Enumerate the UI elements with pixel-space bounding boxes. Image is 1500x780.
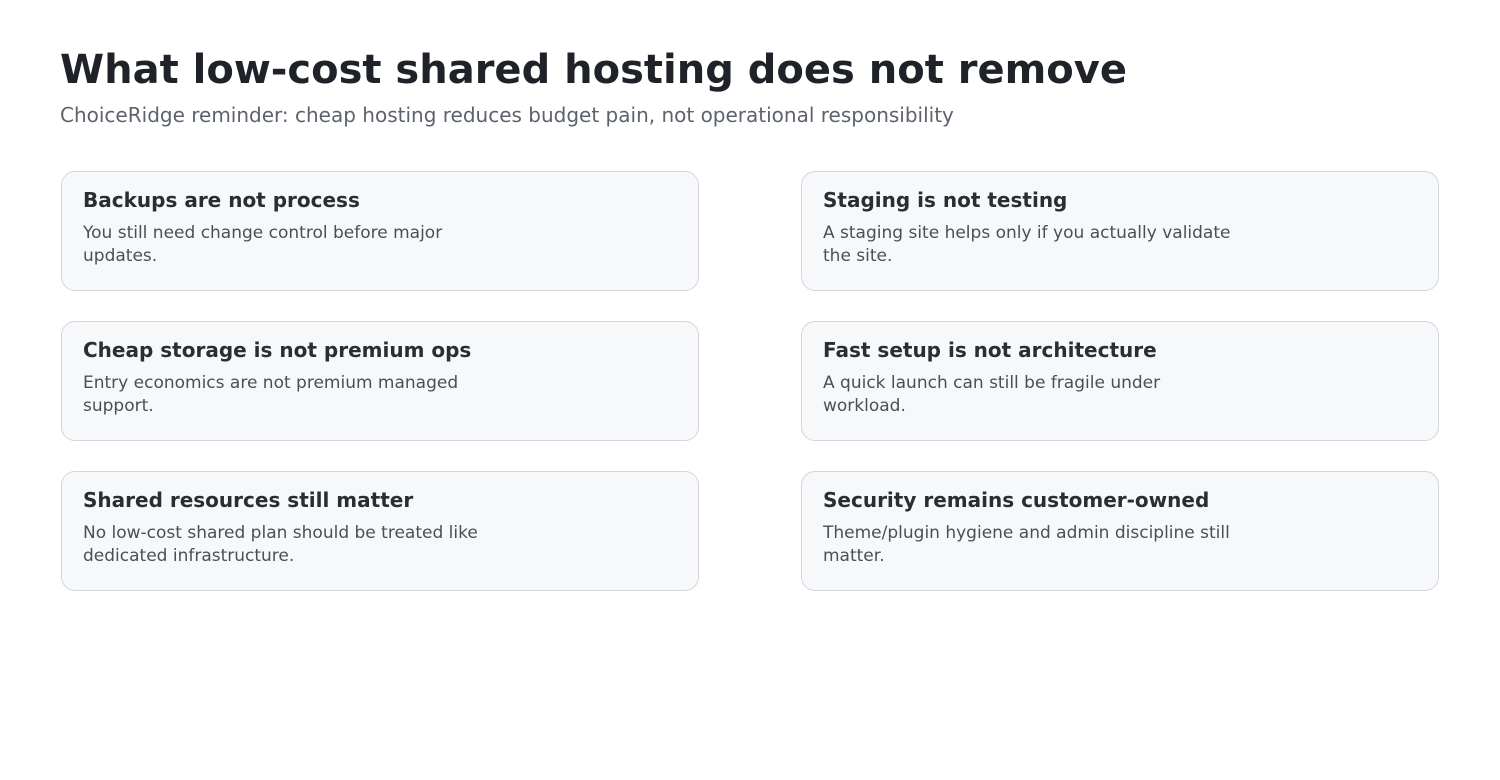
- card-fast-setup: Fast setup is not architecture A quick l…: [801, 321, 1439, 441]
- card-title: Security remains customer-owned: [823, 488, 1210, 512]
- card-staging: Staging is not testing A staging site he…: [801, 171, 1439, 291]
- card-body: A quick launch can still be fragile unde…: [823, 373, 1161, 416]
- card-backups: Backups are not process You still need c…: [61, 171, 699, 291]
- card-body: No low-cost shared plan should be treate…: [83, 523, 478, 566]
- card-body: You still need change control before maj…: [83, 223, 443, 266]
- card-title: Shared resources still matter: [83, 488, 414, 512]
- card-title: Backups are not process: [83, 188, 360, 212]
- card-title: Fast setup is not architecture: [823, 338, 1157, 362]
- card-title: Staging is not testing: [823, 188, 1068, 212]
- card-body: Entry economics are not premium managed …: [83, 373, 459, 416]
- card-body: Theme/plugin hygiene and admin disciplin…: [823, 523, 1230, 566]
- card-title: Cheap storage is not premium ops: [83, 338, 472, 362]
- page-subtitle: ChoiceRidge reminder: cheap hosting redu…: [60, 103, 954, 127]
- card-body: A staging site helps only if you actuall…: [823, 223, 1231, 266]
- card-cheap-storage: Cheap storage is not premium ops Entry e…: [61, 321, 699, 441]
- page-title: What low-cost shared hosting does not re…: [60, 47, 1127, 93]
- card-security: Security remains customer-owned Theme/pl…: [801, 471, 1439, 591]
- card-shared-resources: Shared resources still matter No low-cos…: [61, 471, 699, 591]
